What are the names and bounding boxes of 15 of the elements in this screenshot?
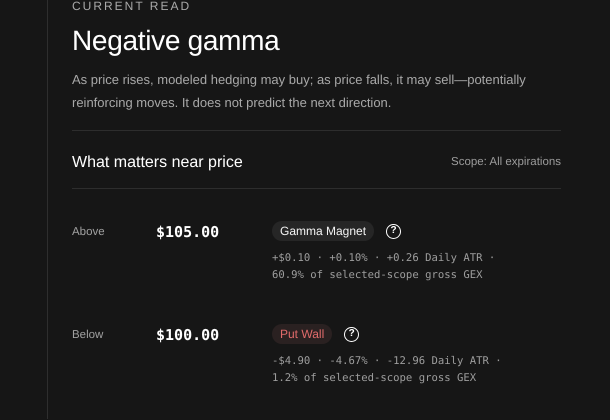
section-heading: What matters near price: [72, 153, 243, 173]
help-button[interactable]: ?: [344, 326, 360, 342]
level-details: -$4.90 · -4.67% · -12.96 Daily ATR · 1.2% of selected-scope gross GEX: [272, 354, 502, 386]
level-tag: Gamma Magnet: [272, 221, 374, 241]
level-tag: Put Wall: [272, 324, 332, 344]
price-value: $100.00: [156, 325, 220, 346]
page-title: Negative gamma: [72, 24, 281, 58]
scope-label: Scope: All expirations: [451, 155, 561, 170]
help-button[interactable]: ?: [386, 224, 402, 238]
description-text: As price rises, modeled hedging may buy; as price falls, it may sell—potentially reinforcing moves. It does not predict the next direction.: [72, 71, 527, 112]
side-label: Above: [72, 225, 106, 240]
eyebrow-label: CURRENT READ: [72, 0, 192, 13]
price-value: $105.00: [156, 222, 220, 243]
side-label: Below: [72, 328, 104, 343]
level-details: +$0.10 · +0.10% · +0.26 Daily ATR · 60.9% of selected-scope gross GEX: [272, 251, 496, 283]
